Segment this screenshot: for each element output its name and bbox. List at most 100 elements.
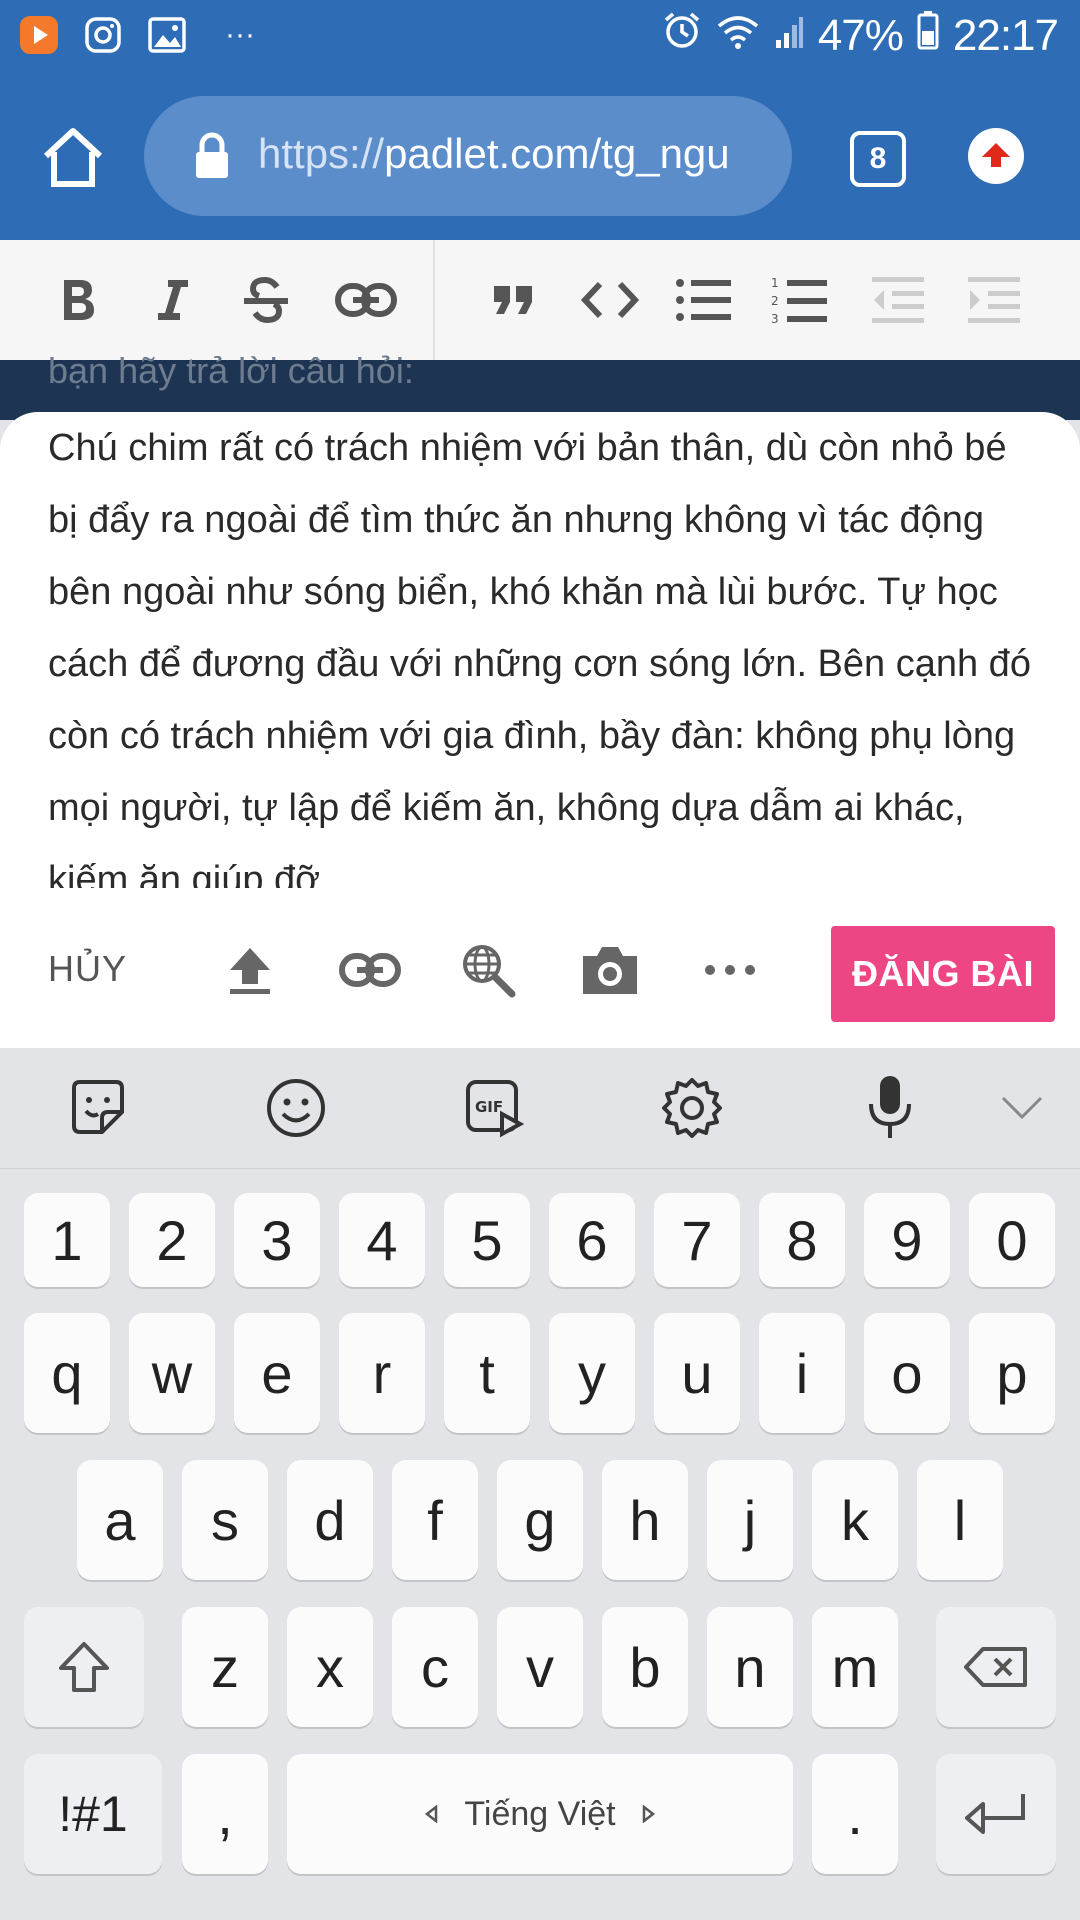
key-7[interactable]: 7 bbox=[654, 1193, 740, 1287]
url-domain: padlet.com/tg_ngu bbox=[384, 130, 730, 177]
key-3[interactable]: 3 bbox=[234, 1193, 320, 1287]
numbered-list-icon[interactable]: 1 2 3 bbox=[768, 270, 832, 330]
key-d[interactable]: d bbox=[287, 1460, 373, 1580]
compose-actions: HỦY ĐĂNG BÀI bbox=[0, 910, 1080, 1030]
signal-icon bbox=[774, 11, 804, 61]
key-q[interactable]: q bbox=[24, 1313, 110, 1433]
attach-link-icon[interactable] bbox=[338, 940, 402, 1000]
bullet-list-icon[interactable] bbox=[672, 270, 736, 330]
svg-text:1: 1 bbox=[771, 276, 779, 290]
key-9[interactable]: 9 bbox=[864, 1193, 950, 1287]
microphone-icon[interactable] bbox=[858, 1076, 922, 1140]
emoji-icon[interactable] bbox=[264, 1076, 328, 1140]
address-bar[interactable]: https://padlet.com/tg_ngu bbox=[144, 96, 792, 216]
publish-post-button[interactable]: ĐĂNG BÀI bbox=[831, 926, 1055, 1022]
key-4[interactable]: 4 bbox=[339, 1193, 425, 1287]
upload-arrow-icon bbox=[982, 143, 1010, 167]
key-k[interactable]: k bbox=[812, 1460, 898, 1580]
camera-icon[interactable] bbox=[578, 940, 642, 1000]
key-m[interactable]: m bbox=[812, 1607, 898, 1727]
virtual-keyboard: GIF 1 2 3 4 5 6 7 8 9 0 q w e r t y u i … bbox=[0, 1048, 1080, 1920]
enter-return-icon bbox=[965, 1794, 1025, 1834]
bold-icon[interactable] bbox=[46, 270, 110, 330]
svg-text:3: 3 bbox=[771, 312, 779, 325]
upload-icon[interactable] bbox=[218, 940, 282, 1000]
language-prev-icon bbox=[425, 1805, 438, 1823]
key-0[interactable]: 0 bbox=[969, 1193, 1055, 1287]
gallery-icon bbox=[146, 14, 188, 56]
key-b[interactable]: b bbox=[602, 1607, 688, 1727]
wifi-icon bbox=[716, 11, 760, 61]
spacebar-key[interactable]: Tiếng Việt bbox=[287, 1754, 793, 1874]
indent-icon[interactable] bbox=[962, 270, 1026, 330]
shift-key[interactable] bbox=[24, 1607, 144, 1727]
language-label-group: Tiếng Việt bbox=[424, 1795, 655, 1834]
comma-key[interactable]: , bbox=[182, 1754, 268, 1874]
svg-text:2: 2 bbox=[771, 294, 779, 308]
more-options-icon[interactable] bbox=[698, 940, 762, 1000]
period-key[interactable]: . bbox=[812, 1754, 898, 1874]
key-u[interactable]: u bbox=[654, 1313, 740, 1433]
url-text: https://padlet.com/tg_ngu bbox=[258, 130, 778, 178]
code-icon[interactable] bbox=[578, 270, 642, 330]
tab-switcher-button[interactable]: 8 bbox=[850, 131, 906, 187]
key-2[interactable]: 2 bbox=[129, 1193, 215, 1287]
symbols-key[interactable]: !#1 bbox=[24, 1754, 162, 1874]
sticker-icon[interactable] bbox=[66, 1076, 130, 1140]
key-s[interactable]: s bbox=[182, 1460, 268, 1580]
language-label: Tiếng Việt bbox=[464, 1794, 616, 1833]
post-body-editor[interactable]: Chú chim rất có trách nhiệm với bản thân… bbox=[48, 412, 1038, 888]
collapse-keyboard-chevron-down-icon[interactable] bbox=[990, 1076, 1054, 1140]
key-5[interactable]: 5 bbox=[444, 1193, 530, 1287]
enter-key[interactable] bbox=[936, 1754, 1056, 1874]
key-l[interactable]: l bbox=[917, 1460, 1003, 1580]
home-icon[interactable] bbox=[38, 122, 108, 192]
browser-menu-upload-button[interactable] bbox=[968, 128, 1024, 184]
key-z[interactable]: z bbox=[182, 1607, 268, 1727]
quote-icon[interactable] bbox=[482, 270, 546, 330]
key-o[interactable]: o bbox=[864, 1313, 950, 1433]
key-j[interactable]: j bbox=[707, 1460, 793, 1580]
battery-percent: 47% bbox=[817, 10, 904, 60]
browser-toolbar: https://padlet.com/tg_ngu 8 bbox=[0, 72, 1080, 240]
video-app-icon bbox=[18, 14, 60, 56]
italic-icon[interactable] bbox=[140, 270, 204, 330]
key-w[interactable]: w bbox=[129, 1313, 215, 1433]
clock: 22:17 bbox=[952, 10, 1059, 60]
key-a[interactable]: a bbox=[77, 1460, 163, 1580]
key-r[interactable]: r bbox=[339, 1313, 425, 1433]
key-x[interactable]: x bbox=[287, 1607, 373, 1727]
strikethrough-icon[interactable] bbox=[234, 270, 298, 330]
more-notifications-icon: ··· bbox=[225, 18, 255, 51]
link-icon[interactable] bbox=[334, 270, 398, 330]
key-6[interactable]: 6 bbox=[549, 1193, 635, 1287]
key-n[interactable]: n bbox=[707, 1607, 793, 1727]
key-f[interactable]: f bbox=[392, 1460, 478, 1580]
key-e[interactable]: e bbox=[234, 1313, 320, 1433]
backspace-icon bbox=[964, 1647, 1027, 1687]
shift-arrow-icon bbox=[59, 1642, 109, 1692]
gif-icon[interactable]: GIF bbox=[462, 1076, 526, 1140]
language-next-icon bbox=[642, 1805, 655, 1823]
key-g[interactable]: g bbox=[497, 1460, 583, 1580]
web-search-icon[interactable] bbox=[456, 940, 520, 1000]
key-c[interactable]: c bbox=[392, 1607, 478, 1727]
status-bar: ··· 47% 22:17 bbox=[0, 0, 1080, 72]
key-t[interactable]: t bbox=[444, 1313, 530, 1433]
cancel-button[interactable]: HỦY bbox=[48, 948, 127, 990]
key-i[interactable]: i bbox=[759, 1313, 845, 1433]
backspace-key[interactable] bbox=[936, 1607, 1056, 1727]
outdent-icon[interactable] bbox=[866, 270, 930, 330]
key-h[interactable]: h bbox=[602, 1460, 688, 1580]
lock-icon bbox=[192, 132, 232, 180]
key-8[interactable]: 8 bbox=[759, 1193, 845, 1287]
key-1[interactable]: 1 bbox=[24, 1193, 110, 1287]
compose-sheet: Chú chim rất có trách nhiệm với bản thân… bbox=[0, 412, 1080, 1048]
key-p[interactable]: p bbox=[969, 1313, 1055, 1433]
gif-label: GIF bbox=[475, 1098, 503, 1116]
settings-gear-icon[interactable] bbox=[660, 1076, 724, 1140]
key-v[interactable]: v bbox=[497, 1607, 583, 1727]
instagram-icon bbox=[82, 14, 124, 56]
format-toolbar: 1 2 3 bbox=[0, 240, 1080, 361]
key-y[interactable]: y bbox=[549, 1313, 635, 1433]
